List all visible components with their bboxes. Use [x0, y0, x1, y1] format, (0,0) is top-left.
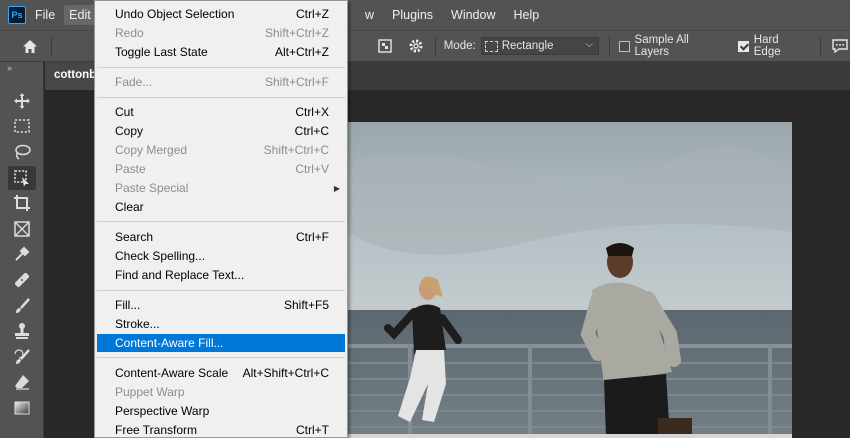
menu-item-paste[interactable]: Paste Ctrl+V [97, 160, 345, 178]
menu-item-shortcut: Ctrl+T [296, 423, 329, 437]
menu-view-partial[interactable]: w [360, 5, 379, 25]
brush-tool-icon[interactable] [0, 293, 44, 319]
gradient-tool-icon[interactable] [0, 395, 44, 421]
divider [609, 36, 610, 56]
menu-item-clear[interactable]: Clear [97, 198, 345, 216]
menu-item-shortcut: Ctrl+V [295, 162, 329, 176]
divider [820, 36, 822, 56]
menu-item-content-aware-scale[interactable]: Content-Aware Scale Alt+Shift+Ctrl+C [97, 364, 345, 382]
photoshop-logo[interactable]: Ps [8, 6, 26, 24]
menu-item-shortcut: Shift+Ctrl+Z [264, 26, 329, 40]
healing-brush-tool-icon[interactable] [0, 267, 44, 293]
sample-all-layers-label: Sample All Layers [634, 34, 689, 58]
clone-stamp-tool-icon[interactable] [0, 318, 44, 344]
menu-item-search[interactable]: Search Ctrl+F [97, 228, 345, 246]
menu-item-label: Redo [115, 26, 144, 40]
hard-edge-checkbox[interactable] [738, 40, 749, 52]
menu-separator [97, 290, 345, 291]
mode-select[interactable]: Rectangle ⌵ [480, 37, 599, 55]
marquee-tool-icon[interactable] [0, 114, 44, 140]
menu-item-shortcut: Ctrl+F [296, 230, 329, 244]
menu-item-label: Content-Aware Scale [115, 366, 229, 380]
rectangle-mode-icon [484, 40, 498, 52]
menu-item-shortcut: Alt+Ctrl+Z [274, 45, 329, 59]
menu-item-label: Fade... [115, 75, 153, 89]
menu-item-fade[interactable]: Fade... Shift+Ctrl+F [97, 73, 345, 91]
menu-item-puppet-warp[interactable]: Puppet Warp [97, 383, 345, 401]
crop-tool-icon[interactable] [0, 190, 44, 216]
toolbar: » [0, 62, 44, 438]
menu-item-find-and-replace-text[interactable]: Find and Replace Text... [97, 266, 345, 284]
menu-file[interactable]: File [30, 5, 60, 25]
object-selection-tool-icon[interactable] [0, 165, 44, 191]
menu-item-shortcut: Shift+Ctrl+C [263, 143, 329, 157]
menu-item-label: Copy [115, 124, 144, 138]
menu-item-label: Perspective Warp [115, 404, 210, 418]
menu-item-toggle-last-state[interactable]: Toggle Last State Alt+Ctrl+Z [97, 43, 345, 61]
menu-window[interactable]: Window [446, 5, 500, 25]
hard-edge-label: Hard Edge [753, 34, 781, 58]
menu-item-undo-object-selection[interactable]: Undo Object Selection Ctrl+Z [97, 5, 345, 23]
menu-item-stroke[interactable]: Stroke... [97, 315, 345, 333]
divider [50, 36, 52, 56]
menu-item-fill[interactable]: Fill... Shift+F5 [97, 296, 345, 314]
menu-item-cut[interactable]: Cut Ctrl+X [97, 103, 345, 121]
sample-grid-icon[interactable] [375, 35, 396, 57]
menu-item-label: Fill... [115, 298, 141, 312]
menu-item-label: Toggle Last State [115, 45, 208, 59]
menu-separator [97, 357, 345, 358]
menu-item-label: Paste Special [115, 181, 189, 195]
eraser-tool-icon[interactable] [0, 370, 44, 396]
menu-item-free-transform[interactable]: Free Transform Ctrl+T [97, 421, 345, 438]
menu-item-perspective-warp[interactable]: Perspective Warp [97, 402, 345, 420]
menu-item-shortcut: Ctrl+Z [296, 7, 329, 21]
menu-item-shortcut: Shift+Ctrl+F [264, 75, 329, 89]
menu-separator [97, 221, 345, 222]
menu-item-label: Free Transform [115, 423, 198, 437]
gear-icon[interactable] [406, 35, 427, 57]
menu-item-label: Stroke... [115, 317, 160, 331]
edit-menu-dropdown: Undo Object Selection Ctrl+Z Redo Shift+Ctr… [94, 0, 348, 438]
menu-item-check-spelling[interactable]: Check Spelling... [97, 247, 345, 265]
menu-item-label: Paste [115, 162, 146, 176]
menu-item-label: Copy Merged [115, 143, 188, 157]
menu-item-label: Puppet Warp [115, 385, 185, 399]
move-tool-icon[interactable] [0, 88, 44, 114]
canvas-image[interactable] [348, 122, 792, 438]
collapse-toolbar-icon[interactable]: » [0, 62, 43, 76]
menu-item-redo[interactable]: Redo Shift+Ctrl+Z [97, 24, 345, 42]
menu-separator [97, 97, 345, 98]
menu-item-shortcut: Alt+Shift+Ctrl+C [242, 366, 329, 380]
menu-item-shortcut: Ctrl+X [295, 105, 329, 119]
lasso-tool-icon[interactable] [0, 139, 44, 165]
menu-item-label: Undo Object Selection [115, 7, 235, 21]
menu-plugins[interactable]: Plugins [387, 5, 438, 25]
divider [434, 36, 436, 56]
menu-help[interactable]: Help [509, 5, 545, 25]
menu-item-label: Check Spelling... [115, 249, 206, 263]
menu-separator [97, 67, 345, 68]
mode-value: Rectangle [501, 40, 554, 52]
menu-item-copy[interactable]: Copy Ctrl+C [97, 122, 345, 140]
submenu-arrow-icon: ▶ [333, 183, 340, 193]
mode-label: Mode: [443, 40, 476, 52]
menu-item-copy-merged[interactable]: Copy Merged Shift+Ctrl+C [97, 141, 345, 159]
menu-item-content-aware-fill[interactable]: Content-Aware Fill... [97, 334, 345, 352]
menu-item-label: Find and Replace Text... [115, 268, 245, 282]
home-icon[interactable] [20, 35, 41, 57]
menu-item-label: Search [115, 230, 154, 244]
menu-item-shortcut: Shift+F5 [283, 298, 329, 312]
eyedropper-tool-icon[interactable] [0, 242, 44, 268]
menu-item-shortcut: Ctrl+C [294, 124, 329, 138]
menu-edit[interactable]: Edit [64, 5, 96, 25]
menu-item-label: Clear [115, 200, 144, 214]
chevron-down-icon: ⌵ [585, 39, 593, 50]
menu-item-paste-special[interactable]: Paste Special ▶ [97, 179, 345, 197]
menu-item-label: Content-Aware Fill... [115, 336, 224, 350]
comment-icon[interactable] [829, 35, 850, 57]
frame-tool-icon[interactable] [0, 216, 44, 242]
history-brush-tool-icon[interactable] [0, 344, 44, 370]
menu-item-label: Cut [115, 105, 134, 119]
sample-all-layers-checkbox[interactable] [618, 40, 630, 52]
